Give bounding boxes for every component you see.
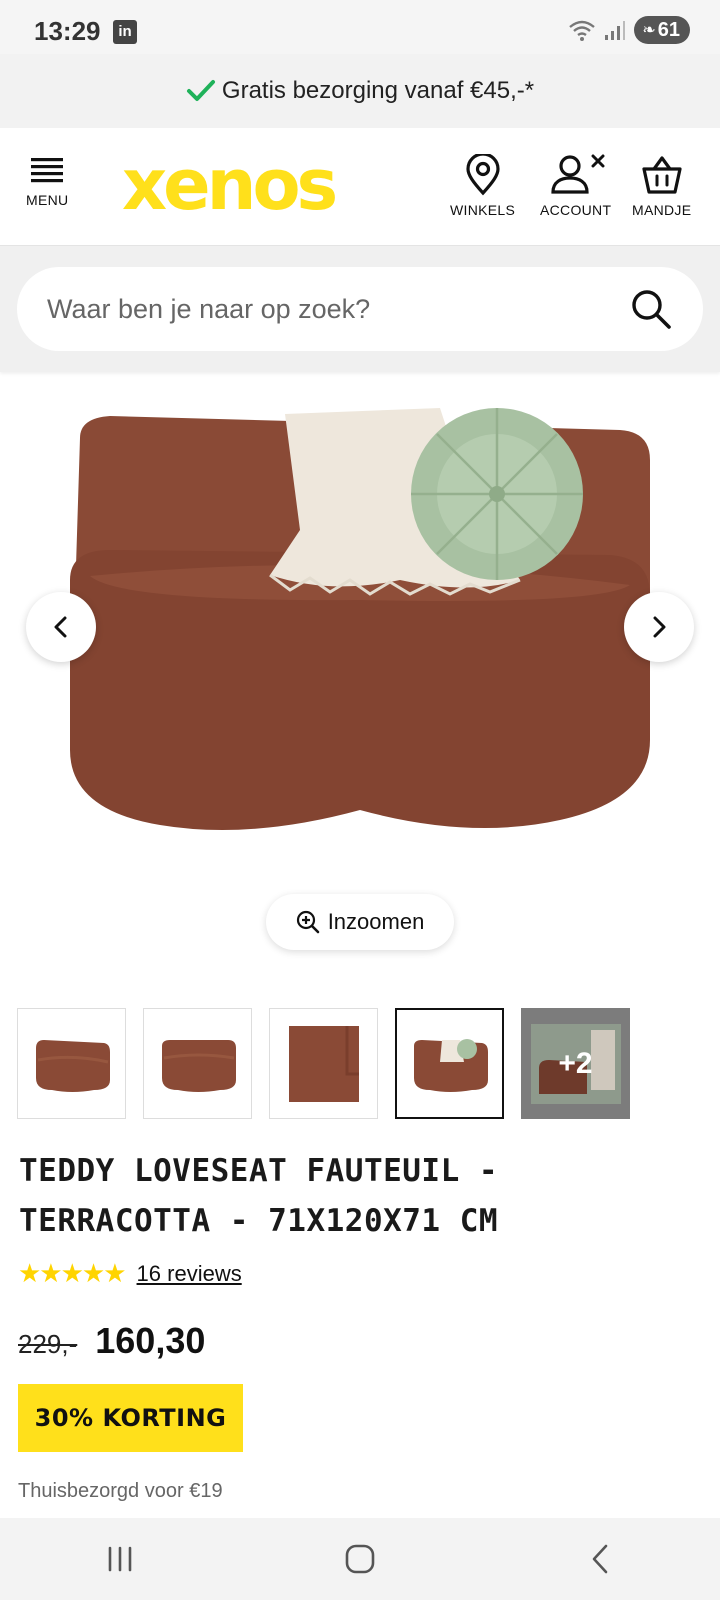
status-bar: 13:29 in ❧ 61 <box>0 0 720 54</box>
recent-apps-icon <box>108 1546 132 1572</box>
thumbnail-strip: +2 <box>17 1008 630 1119</box>
search-icon[interactable] <box>629 287 673 331</box>
battery-level: 61 <box>657 18 680 41</box>
next-image-button[interactable] <box>624 592 694 662</box>
search-box <box>17 267 703 351</box>
status-time: 13:29 <box>34 16 101 46</box>
reviews-link[interactable]: 16 reviews <box>137 1261 242 1287</box>
old-price: 229,- <box>18 1329 78 1359</box>
zoom-button[interactable]: Inzoomen <box>266 894 454 950</box>
checkmark-icon <box>186 80 215 101</box>
linkedin-icon: in <box>113 20 137 44</box>
account-button[interactable]: ACCOUNT <box>540 154 611 218</box>
zoom-label: Inzoomen <box>327 909 425 934</box>
discount-badge: 30% KORTING <box>18 1384 243 1452</box>
leaf-icon: ❧ <box>642 22 656 39</box>
stores-button[interactable]: WINKELS <box>450 154 515 218</box>
delivery-info: Thuisbezorgd voor €19 <box>18 1480 223 1502</box>
thumbnail-3[interactable] <box>269 1008 378 1119</box>
product-title: TEDDY LOVESEAT FAUTEUIL - TERRACOTTA - 7… <box>19 1153 499 1239</box>
search-input[interactable] <box>47 267 607 351</box>
signal-icon <box>605 21 626 40</box>
current-price: 160,30 <box>95 1320 206 1361</box>
home-button[interactable] <box>320 1529 400 1589</box>
thumbnail-image <box>35 1039 110 1092</box>
back-button[interactable] <box>560 1529 640 1589</box>
basket-icon <box>642 156 682 194</box>
previous-image-button[interactable] <box>26 592 96 662</box>
rating: ★★★★★ 16 reviews <box>18 1258 242 1289</box>
stores-label: WINKELS <box>450 202 516 218</box>
chevron-left-icon <box>54 616 67 638</box>
system-nav-bar <box>0 1518 720 1600</box>
more-images-label: +2 <box>558 1046 593 1080</box>
hamburger-icon <box>31 158 64 183</box>
menu-label: MENU <box>26 192 69 208</box>
zoom-in-icon <box>296 910 319 934</box>
price-row: 229,- 160,30 <box>18 1320 205 1362</box>
thumbnail-image <box>413 1038 488 1092</box>
back-icon <box>592 1544 608 1574</box>
battery-indicator: ❧ 61 <box>634 16 690 44</box>
xenos-logo[interactable]: xenos <box>122 150 338 220</box>
recent-apps-button[interactable] <box>80 1529 160 1589</box>
chevron-right-icon <box>653 616 666 638</box>
thumbnail-2[interactable] <box>143 1008 252 1119</box>
account-label: ACCOUNT <box>540 202 612 218</box>
home-icon <box>345 1544 375 1574</box>
menu-button[interactable]: MENU <box>26 154 68 208</box>
status-indicators: ❧ 61 <box>568 16 690 44</box>
star-rating-icon: ★★★★★ <box>18 1258 127 1288</box>
basket-label: MANDJE <box>632 202 692 218</box>
shipping-text: Gratis bezorging vanaf €45,-* <box>221 77 535 104</box>
thumbnail-image <box>288 1025 359 1102</box>
thumbnail-1[interactable] <box>17 1008 126 1119</box>
search-area <box>0 246 720 372</box>
product-image[interactable] <box>0 380 720 880</box>
shipping-banner: Gratis bezorging vanaf €45,-* <box>0 54 720 128</box>
basket-button[interactable]: MANDJE <box>632 154 691 218</box>
wifi-icon <box>569 20 596 41</box>
account-icon <box>551 154 605 194</box>
thumbnail-more[interactable]: +2 <box>521 1008 630 1119</box>
thumbnail-image <box>161 1039 236 1092</box>
site-header: MENU xenos WINKELS ACCOUNT MANDJE <box>0 128 720 246</box>
location-pin-icon <box>465 154 500 196</box>
thumbnail-4[interactable] <box>395 1008 504 1119</box>
